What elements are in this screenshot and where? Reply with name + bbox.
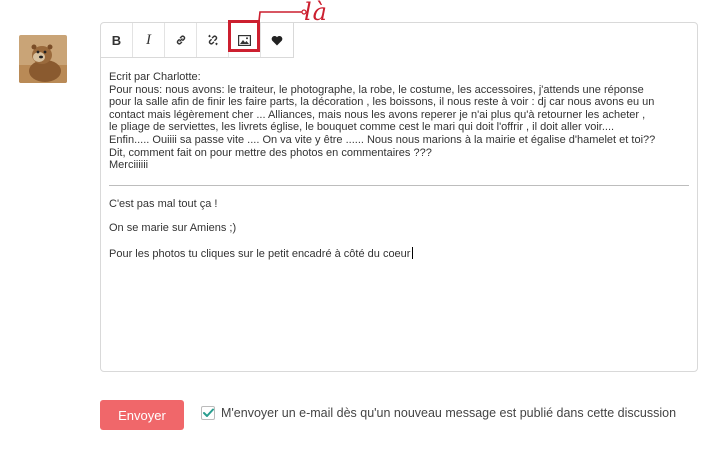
annotation-highlight-box [228, 20, 260, 52]
annotation-label: là [304, 0, 328, 26]
checkmark-icon [202, 408, 214, 417]
quote-separator [109, 184, 689, 186]
quote-line: Merciiiiii [109, 159, 149, 172]
editor-content[interactable]: Ecrit par Charlotte: Pour nous: nous avo… [109, 71, 689, 273]
editor-toolbar: B I [101, 23, 294, 58]
quote-line: Dit, comment fait on pour mettre des pho… [109, 146, 432, 159]
unlink-icon [207, 34, 218, 46]
quote-line: contact mais légèrement cher ... Allianc… [109, 108, 646, 121]
link-icon [176, 35, 185, 45]
comment-editor[interactable]: B I Ecrit par Charlotte: Pour nous: nous… [100, 22, 698, 372]
italic-button[interactable]: I [133, 23, 165, 57]
quote-line: Pour nous: nous avons: le traiteur, le p… [109, 83, 644, 96]
reply-line: On se marie sur Amiens ;) [109, 222, 237, 235]
annotation-arrow [258, 9, 307, 22]
heart-icon [271, 35, 283, 45]
email-notify-checkbox[interactable] [201, 406, 215, 420]
reply-line: C'est pas mal tout ça ! [109, 197, 218, 210]
quote-line: Enfin..... Ouiiii sa passe vite .... On … [109, 133, 656, 146]
send-button[interactable]: Envoyer [100, 400, 184, 430]
quote-line: le pliage de serviettes, les livrets égl… [109, 121, 615, 134]
reply-line: Pour les photos tu cliques sur le petit … [109, 246, 689, 261]
heart-button[interactable] [261, 23, 293, 57]
text-cursor [412, 246, 414, 259]
quote-line: pour la salle afin de finir les faire pa… [109, 96, 655, 109]
link-button[interactable] [165, 23, 197, 57]
unlink-button[interactable] [197, 23, 229, 57]
email-notify-label: M'envoyer un e-mail dès qu'un nouveau me… [221, 406, 677, 420]
quoted-message: Pour nous: nous avons: le traiteur, le p… [109, 84, 689, 172]
reply-text: C'est pas mal tout ça ! On se marie sur … [109, 198, 689, 261]
quote-header: Ecrit par Charlotte: [109, 71, 201, 83]
bold-button[interactable]: B [101, 23, 133, 57]
email-notify-option[interactable]: M'envoyer un e-mail dès qu'un nouveau me… [201, 406, 676, 420]
user-avatar [19, 35, 67, 83]
